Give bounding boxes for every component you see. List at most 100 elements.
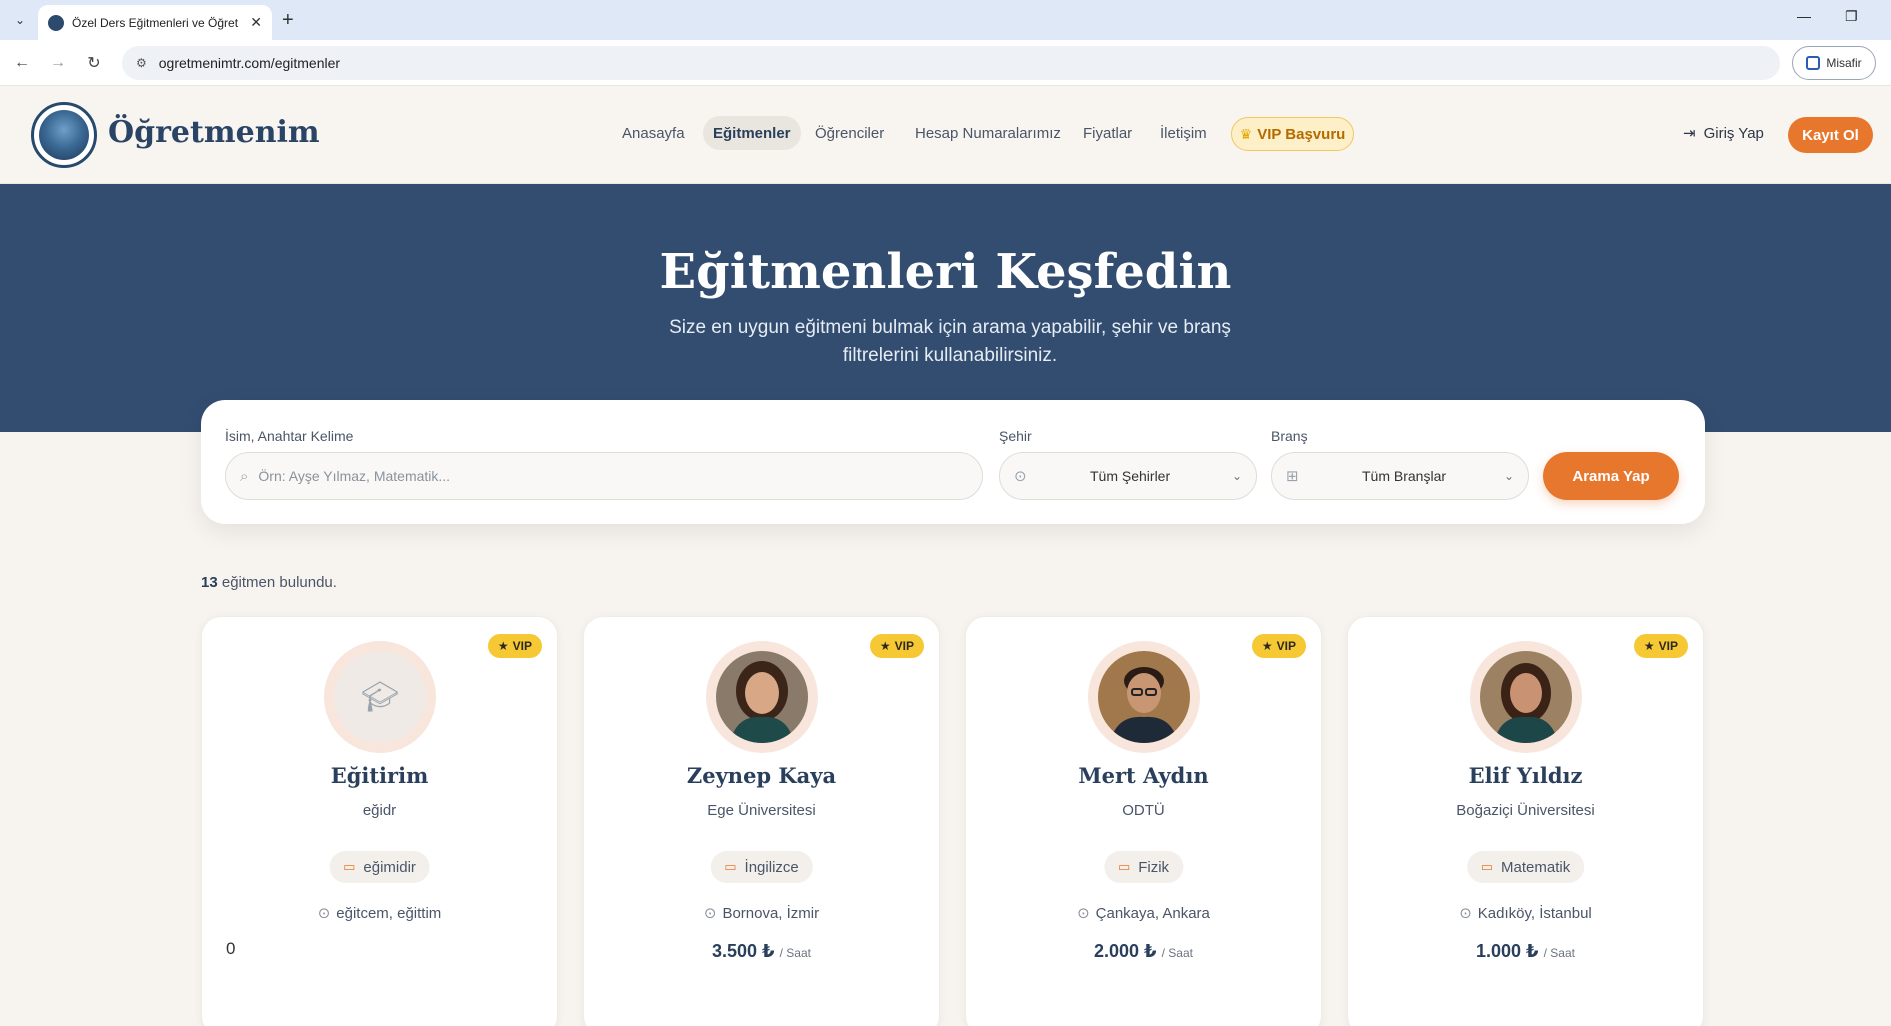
star-icon: ★ xyxy=(1261,639,1273,653)
keyword-placeholder: Örn: Ayşe Yılmaz, Matematik... xyxy=(258,468,451,484)
crown-icon: ♛ xyxy=(1239,125,1253,142)
branch-value: Tüm Branşlar xyxy=(1362,468,1447,484)
instructor-card[interactable]: ★ VIP Zeynep Kaya Ege Üniversitesi ▭ İngil… xyxy=(583,616,940,1026)
tab-title: Özel Ders Eğitmenleri ve Öğret xyxy=(72,15,239,30)
price-unit: / Saat xyxy=(779,946,811,960)
star-icon: ★ xyxy=(879,639,891,653)
branch-tag-label: Matematik xyxy=(1501,858,1571,876)
minimize-window-button[interactable]: — xyxy=(1797,8,1811,24)
close-tab-icon[interactable]: ✕ xyxy=(250,14,262,31)
nav-students[interactable]: Öğrenciler xyxy=(805,116,894,150)
browser-tab[interactable]: Özel Ders Eğitmenleri ve Öğret ✕ xyxy=(38,5,272,40)
instructor-name[interactable]: Mert Aydın xyxy=(966,763,1321,788)
card-extra-value: 0 xyxy=(226,939,236,958)
site-favicon-icon xyxy=(48,14,64,31)
login-button[interactable]: ⇥ Giriş Yap xyxy=(1683,116,1764,150)
nav-contact[interactable]: İletişim xyxy=(1150,116,1217,150)
address-bar[interactable]: ⚙ ogretmenimtr.com/egitmenler xyxy=(122,46,1780,80)
restore-window-button[interactable]: ❐ xyxy=(1845,8,1858,25)
price-unit: / Saat xyxy=(1161,946,1193,960)
register-button[interactable]: Kayıt Ol xyxy=(1788,117,1873,153)
site-info-icon[interactable]: ⚙ xyxy=(136,56,147,70)
book-icon: ▭ xyxy=(724,859,737,874)
branch-label: Branş xyxy=(1271,428,1308,444)
brand-name[interactable]: Öğretmenim xyxy=(108,115,320,150)
avatar xyxy=(1480,651,1572,743)
search-button[interactable]: Arama Yap xyxy=(1543,452,1679,500)
vip-badge: ★ VIP xyxy=(869,634,924,658)
vip-apply-label: VIP Başvuru xyxy=(1257,125,1346,143)
nav-instructors[interactable]: Eğitmenler xyxy=(703,116,801,150)
instructor-name[interactable]: Eğitirim xyxy=(202,763,557,788)
logo-image[interactable] xyxy=(31,102,97,168)
city-select[interactable]: ⊙ Tüm Şehirler ⌄ xyxy=(999,452,1257,500)
location-pin-icon: ⊙ xyxy=(1077,905,1090,922)
instructor-card[interactable]: ★ VIP 🎓︎ Eğitirim eğidr ▭ eğimidir ⊙ eğitce… xyxy=(201,616,558,1026)
city-label: Şehir xyxy=(999,428,1032,444)
nav-prices[interactable]: Fiyatlar xyxy=(1073,116,1142,150)
keyword-input[interactable]: ⌕ Örn: Ayşe Yılmaz, Matematik... xyxy=(225,452,983,500)
login-icon: ⇥ xyxy=(1683,125,1696,142)
nav-home[interactable]: Anasayfa xyxy=(612,116,695,150)
city-value: Tüm Şehirler xyxy=(1090,468,1171,484)
graduation-cap-icon: 🎓︎ xyxy=(334,651,426,743)
branch-tag: ▭ Matematik xyxy=(1466,851,1585,883)
back-button[interactable]: ← xyxy=(10,51,34,75)
instructor-location: ⊙ Bornova, İzmir xyxy=(584,904,939,922)
avatar-ring xyxy=(706,641,818,753)
vip-badge-label: VIP xyxy=(1276,639,1296,653)
vip-badge: ★ VIP xyxy=(487,634,542,658)
url-text: ogretmenimtr.com/egitmenler xyxy=(158,55,341,71)
instructor-card[interactable]: ★ VIP Elif Yıldız Boğaziçi Üniversitesi ▭… xyxy=(1347,616,1704,1026)
location-text: Bornova, İzmir xyxy=(722,905,820,922)
location-text: eğitcem, eğittim xyxy=(336,905,442,922)
search-icon: ⌕ xyxy=(240,467,249,485)
instructor-name[interactable]: Elif Yıldız xyxy=(1348,763,1703,788)
new-tab-button[interactable]: + xyxy=(282,8,294,32)
instructor-name[interactable]: Zeynep Kaya xyxy=(584,763,939,788)
search-panel: İsim, Anahtar Kelime ⌕ Örn: Ayşe Yılmaz,… xyxy=(201,400,1705,524)
tab-search-button[interactable]: ⌄ xyxy=(8,8,32,32)
results-count-number: 13 xyxy=(201,574,218,591)
book-icon: ⊞ xyxy=(1286,468,1299,485)
instructor-university: Boğaziçi Üniversitesi xyxy=(1456,802,1595,819)
branch-tag: ▭ İngilizce xyxy=(710,851,813,883)
avatar xyxy=(716,651,808,743)
profile-button[interactable]: Misafir xyxy=(1792,46,1876,80)
profile-label: Misafir xyxy=(1826,56,1862,70)
branch-tag-label: eğimidir xyxy=(363,858,416,876)
hero-subtitle: Size en uygun eğitmeni bulmak için arama… xyxy=(669,317,1231,366)
branch-tag-label: İngilizce xyxy=(744,858,799,876)
instructor-university: ODTÜ xyxy=(1122,802,1165,819)
forward-button[interactable]: → xyxy=(46,51,70,75)
location-pin-icon: ⊙ xyxy=(1014,468,1027,485)
branch-tag: ▭ Fizik xyxy=(1103,851,1184,883)
star-icon: ★ xyxy=(497,639,509,653)
instructor-location: ⊙ eğitcem, eğittim xyxy=(202,904,557,922)
vip-badge-label: VIP xyxy=(512,639,532,653)
instructor-location: ⊙ Çankaya, Ankara xyxy=(966,904,1321,922)
login-label: Giriş Yap xyxy=(1703,124,1764,142)
location-pin-icon: ⊙ xyxy=(703,905,717,922)
hourly-price: 2.000 ₺ / Saat xyxy=(966,941,1321,962)
avatar-ring xyxy=(1470,641,1582,753)
instructor-location: ⊙ Kadıköy, İstanbul xyxy=(1348,904,1703,922)
keyword-label: İsim, Anahtar Kelime xyxy=(225,428,354,444)
price-value: 3.500 ₺ xyxy=(712,941,775,961)
price-value: 1.000 ₺ xyxy=(1476,941,1539,961)
avatar xyxy=(1098,651,1190,743)
results-count-text: eğitmen bulundu. xyxy=(221,574,337,591)
hourly-price: 1.000 ₺ / Saat xyxy=(1348,941,1703,962)
vip-apply-button[interactable]: ♛ VIP Başvuru xyxy=(1231,117,1354,151)
location-pin-icon: ⊙ xyxy=(317,905,331,922)
instructor-card[interactable]: ★ VIP Mert Aydın ODTÜ ▭ Fizik ⊙ Çankaya, An… xyxy=(965,616,1322,1026)
reload-button[interactable]: ↻ xyxy=(82,51,106,75)
nav-bank-accounts[interactable]: Hesap Numaralarımız xyxy=(905,116,1071,150)
avatar-ring xyxy=(1088,641,1200,753)
star-icon: ★ xyxy=(1643,639,1655,653)
browser-toolbar: ← → ↻ ⚙ ogretmenimtr.com/egitmenler Misa… xyxy=(0,40,1891,86)
book-icon: ▭ xyxy=(343,859,356,874)
branch-select[interactable]: ⊞ Tüm Branşlar ⌄ xyxy=(1271,452,1529,500)
vip-badge: ★ VIP xyxy=(1633,634,1688,658)
profile-icon xyxy=(1806,56,1821,70)
